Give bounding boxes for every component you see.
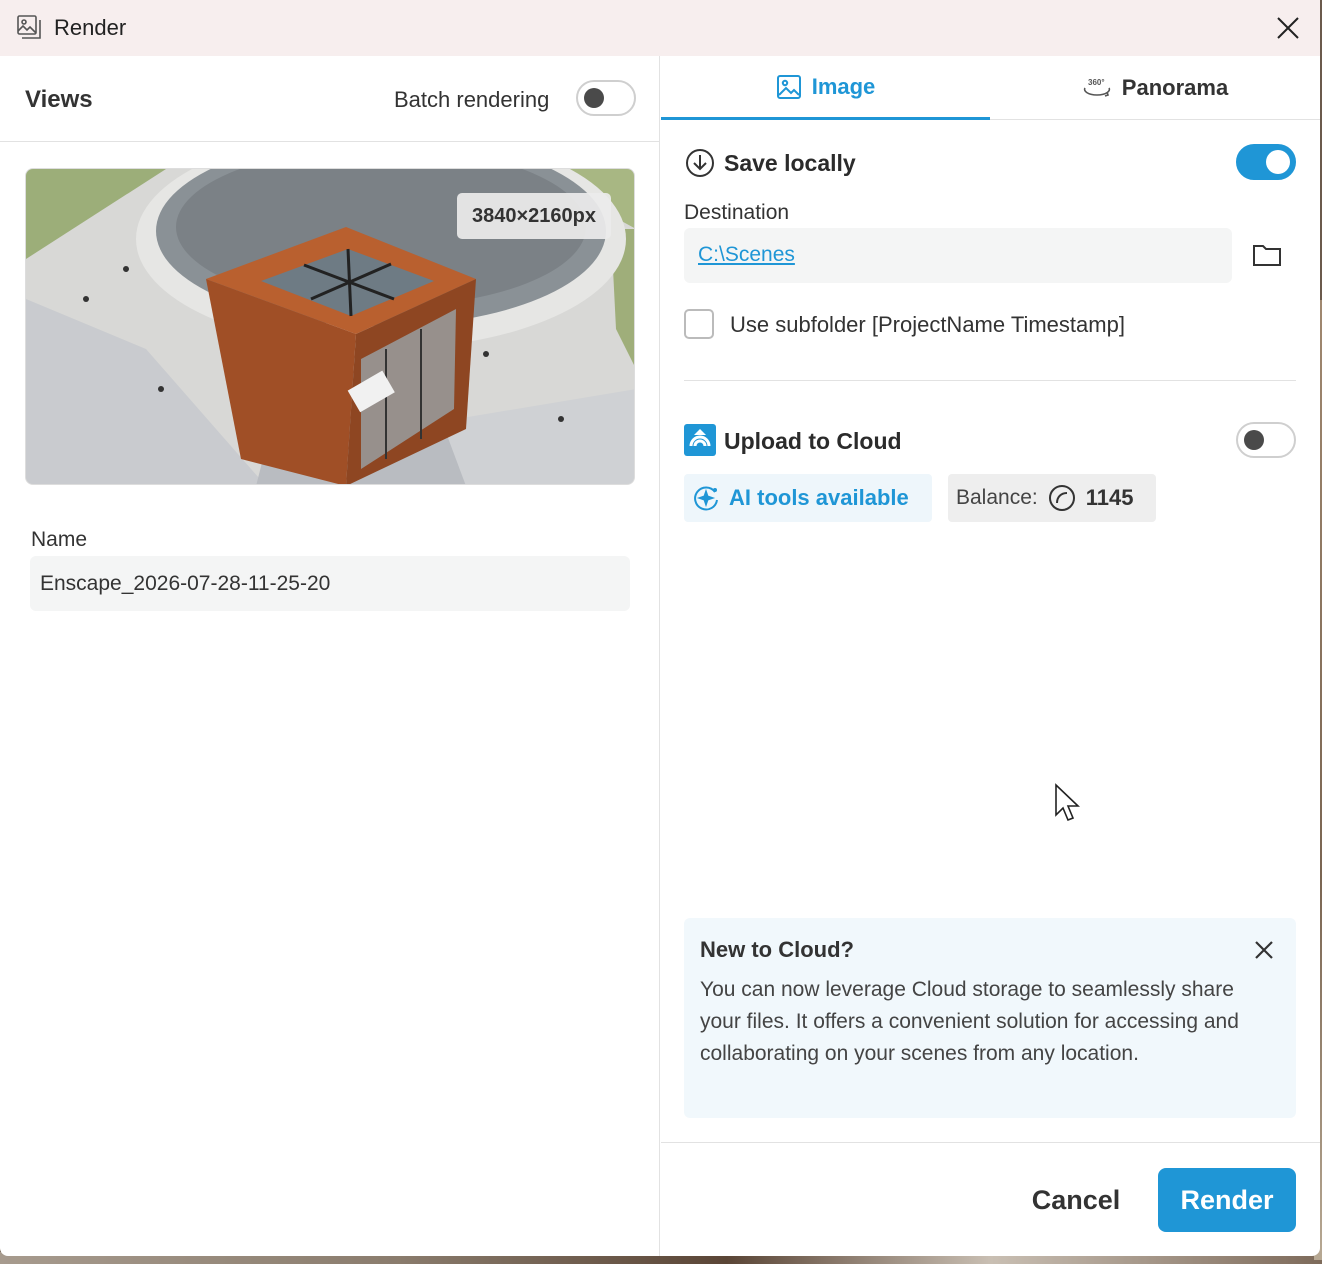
mouse-cursor-icon: [1055, 783, 1080, 822]
destination-field[interactable]: C:\Scenes: [684, 228, 1232, 283]
info-title: New to Cloud?: [700, 937, 854, 962]
balance-chip: Balance: 1145: [948, 474, 1156, 522]
upload-to-cloud-toggle[interactable]: [1236, 422, 1296, 458]
view-thumbnail[interactable]: 3840×2160px: [25, 168, 635, 485]
use-subfolder-checkbox[interactable]: [684, 309, 714, 339]
window-title: Render: [54, 15, 127, 40]
toggle-knob: [1266, 150, 1290, 174]
ai-tools-label: AI tools available: [729, 485, 909, 510]
render-settings-pane: Image 360° Panorama Save locally Destina…: [661, 56, 1320, 1256]
footer-divider: [661, 1142, 1320, 1143]
close-window-icon[interactable]: [1268, 10, 1306, 46]
toggle-knob: [1244, 430, 1264, 450]
render-dialog: Render Views Batch rendering 3840×2160px…: [0, 0, 1320, 1256]
batch-rendering-toggle[interactable]: [576, 80, 636, 116]
ai-sparkle-icon: [693, 484, 721, 512]
name-label: Name: [31, 528, 88, 551]
render-button[interactable]: Render: [1158, 1168, 1296, 1232]
ai-tools-chip[interactable]: AI tools available: [684, 474, 932, 522]
use-subfolder-label: Use subfolder [ProjectName Timestamp]: [730, 312, 1125, 337]
views-pane: Views Batch rendering 3840×2160px Name E…: [0, 56, 660, 1256]
views-header: Views Batch rendering: [0, 56, 660, 142]
render-images-icon: [17, 15, 41, 39]
view-name-input[interactable]: [30, 556, 630, 611]
cloud-icon: [684, 424, 716, 456]
close-info-icon[interactable]: [1251, 937, 1277, 963]
save-locally-title: Save locally: [724, 150, 856, 176]
balance-label: Balance:: [956, 486, 1038, 509]
section-divider: [684, 380, 1296, 381]
upload-to-cloud-title: Upload to Cloud: [724, 428, 902, 454]
toggle-knob: [584, 88, 604, 108]
tab-panorama[interactable]: 360° Panorama: [990, 56, 1320, 120]
tab-image-label: Image: [811, 73, 876, 99]
batch-rendering-label: Batch rendering: [394, 87, 550, 112]
save-locally-toggle[interactable]: [1236, 144, 1296, 180]
download-icon: [686, 149, 714, 177]
tab-panorama-label: Panorama: [1121, 75, 1229, 100]
tab-image[interactable]: Image: [661, 56, 990, 120]
image-icon: [776, 74, 802, 100]
info-text: You can now leverage Cloud storage to se…: [700, 978, 1239, 1065]
cancel-button[interactable]: Cancel: [1011, 1168, 1141, 1232]
panorama-360-icon: 360°: [1082, 76, 1112, 100]
credits-coin-icon: [1048, 484, 1076, 512]
title-bar: Render: [0, 0, 1320, 56]
destination-path-link[interactable]: C:\Scenes: [698, 243, 795, 267]
render-type-tabs: Image 360° Panorama: [661, 56, 1320, 120]
svg-text:360°: 360°: [1088, 78, 1105, 87]
resolution-badge: 3840×2160px: [457, 193, 611, 239]
new-to-cloud-info-box: New to Cloud? You can now leverage Cloud…: [684, 918, 1296, 1118]
destination-label: Destination: [684, 201, 790, 224]
views-title: Views: [25, 86, 93, 113]
balance-value: 1145: [1085, 485, 1134, 510]
folder-icon[interactable]: [1251, 240, 1283, 270]
